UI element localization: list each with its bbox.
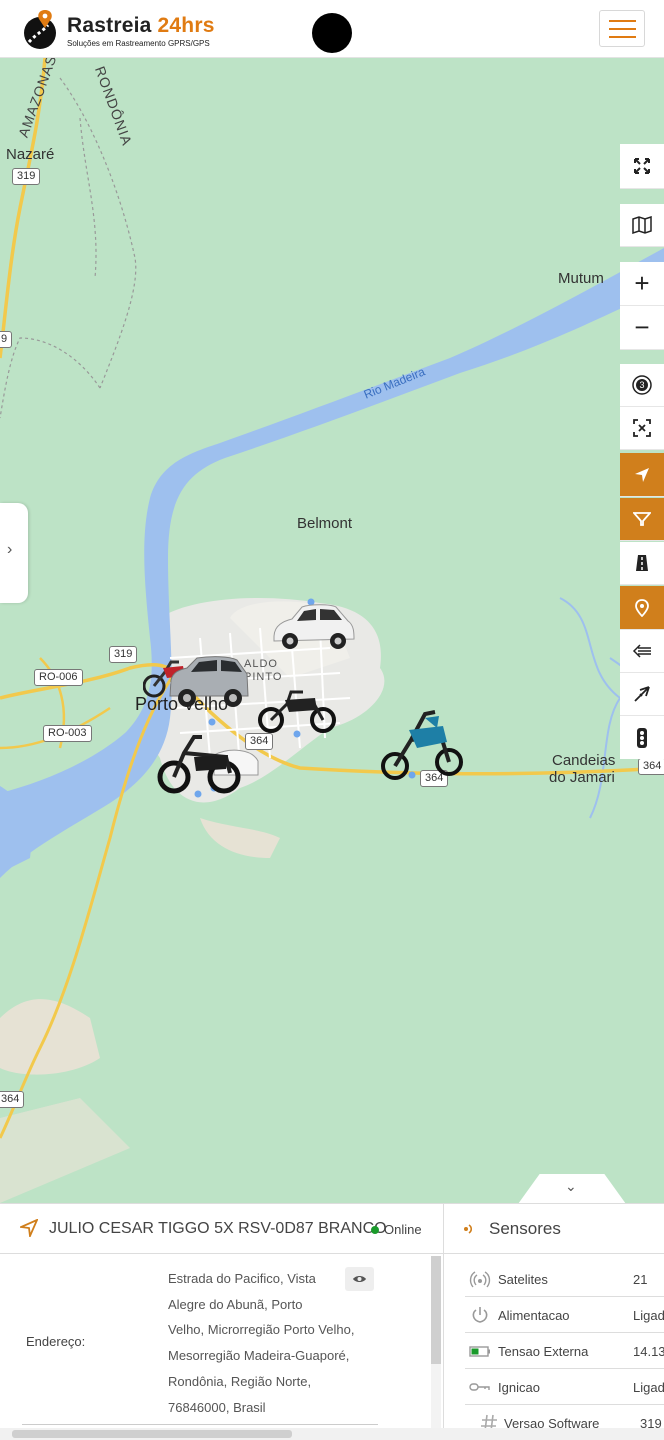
filter-funnel-icon	[633, 512, 651, 526]
navigation-arrow-icon	[20, 1219, 38, 1237]
vehicle-marker-blue-motorcycle[interactable]	[381, 708, 465, 782]
sensor-row: Tensao Externa 14.13	[465, 1333, 664, 1369]
satellite-signal-icon	[469, 1271, 491, 1288]
brand-accent: 24hrs	[157, 14, 215, 37]
route-history-button[interactable]	[620, 630, 664, 673]
traffic-button[interactable]	[620, 716, 664, 759]
vehicle-name: JULIO CESAR TIGGO 5X RSV-0D87 BRANCO	[49, 1220, 387, 1237]
sensor-row: Satelites 21	[465, 1261, 664, 1297]
shield-br319: 319	[12, 168, 41, 185]
shield-br319-city: 319	[109, 646, 138, 663]
send-command-button[interactable]	[620, 673, 664, 716]
sensor-name: Ignicao	[498, 1380, 540, 1395]
vehicle-marker-black-scooter[interactable]	[154, 733, 264, 795]
chevron-down-icon: ⌄	[565, 1178, 577, 1194]
navigation-arrow-icon	[635, 467, 649, 482]
map-label-mutum: Mutum	[558, 270, 604, 287]
map-label-candeias: Candeias	[552, 752, 616, 769]
location-pin-icon	[635, 598, 649, 617]
app-header: Rastreia 24hrs Soluções em Rastreamento …	[0, 0, 664, 58]
status-dot	[371, 1226, 379, 1234]
sensor-value: 21	[633, 1272, 648, 1287]
fullscreen-icon	[634, 158, 650, 174]
fit-bounds-button[interactable]	[620, 407, 664, 450]
zoom-out-icon: −	[634, 312, 650, 342]
sensor-name: Satelites	[498, 1272, 548, 1287]
sensor-row: Alimentacao Ligad	[465, 1297, 664, 1333]
sensor-name: Alimentacao	[498, 1308, 570, 1323]
vehicle-marker-black-motorcycle[interactable]	[257, 686, 339, 734]
horizontal-scrollbar-thumb[interactable]	[12, 1430, 292, 1438]
map-pin-road-logo[interactable]	[20, 8, 62, 50]
vehicle-marker-white-suv[interactable]	[270, 603, 356, 655]
zoom-in-icon: +	[634, 268, 650, 298]
shield-br319-edge: 9	[0, 331, 13, 348]
vehicle-details-panel: JULIO CESAR TIGGO 5X RSV-0D87 BRANCO Onl…	[0, 1203, 664, 1440]
shield-ro006: RO-006	[34, 669, 83, 686]
follow-vehicle-button[interactable]	[620, 453, 664, 497]
vehicle-marker-silver-hatch[interactable]	[167, 656, 251, 712]
map-label-nazare: Nazaré	[6, 146, 55, 163]
route-history-icon	[632, 644, 651, 658]
road-button[interactable]	[620, 542, 664, 585]
map-label-aldo-pinto: ALDO PINTO	[244, 658, 283, 683]
sensor-value: Ligad	[633, 1308, 664, 1323]
status-badge: Online	[384, 1222, 422, 1237]
sensors-title: Sensores	[489, 1219, 561, 1238]
camera-cutout	[312, 13, 352, 53]
sensor-value: Ligad	[633, 1380, 664, 1395]
cluster-button[interactable]: 3	[620, 364, 664, 407]
zoom-out-button[interactable]: −	[620, 306, 664, 350]
shield-br364-edge: 364	[638, 758, 664, 775]
ignition-key-icon	[469, 1383, 490, 1391]
map-label-belmont: Belmont	[297, 515, 353, 532]
eye-icon	[353, 1276, 366, 1282]
sensor-name: Tensao Externa	[498, 1344, 589, 1359]
hamburger-menu-button[interactable]	[599, 10, 645, 47]
map-label-do-jamari: do Jamari	[549, 769, 615, 786]
power-icon	[472, 1307, 488, 1323]
address-scrollbar-thumb[interactable]	[431, 1256, 441, 1364]
battery-icon	[469, 1346, 490, 1357]
traffic-light-icon	[637, 727, 647, 748]
send-command-icon	[634, 686, 650, 702]
tracking-app: Rastreia 24hrs Soluções em Rastreamento …	[0, 0, 664, 1440]
location-button[interactable]	[620, 586, 664, 630]
chevron-right-icon: ›	[7, 541, 13, 558]
vehicle-header[interactable]: JULIO CESAR TIGGO 5X RSV-0D87 BRANCO Onl…	[0, 1204, 444, 1254]
shield-ro003: RO-003	[43, 725, 92, 742]
map-layers-icon	[632, 216, 652, 234]
fullscreen-button[interactable]	[620, 144, 664, 189]
sensor-signal-icon	[464, 1224, 473, 1234]
address-label: Endereço:	[26, 1334, 86, 1349]
address-value: Estrada do Pacifico, Vista Alegre do Abu…	[168, 1271, 355, 1415]
map-canvas[interactable]: AMAZONAS RONDÔNIA Nazaré Mutum Rio Madei…	[0, 58, 664, 1203]
road-icon	[636, 555, 648, 571]
filter-button[interactable]	[620, 498, 664, 541]
fit-bounds-icon	[633, 419, 651, 437]
zoom-in-button[interactable]: +	[620, 262, 664, 306]
show-address-button[interactable]	[345, 1267, 374, 1291]
sensors-header[interactable]: Sensores	[444, 1204, 664, 1254]
brand-name: Rastreia 24hrs	[67, 14, 215, 37]
hamburger-icon	[609, 20, 636, 22]
map-layers-button[interactable]	[620, 204, 664, 247]
shield-br364-south: 364	[0, 1091, 25, 1108]
brand-tagline: Soluções em Rastreamento GPRS/GPS	[67, 39, 210, 48]
sensor-value: 14.13	[633, 1344, 664, 1359]
divider	[22, 1424, 378, 1425]
sidebar-expand-tab[interactable]: ›	[0, 503, 28, 603]
sensor-row: Ignicao Ligad	[465, 1369, 664, 1405]
